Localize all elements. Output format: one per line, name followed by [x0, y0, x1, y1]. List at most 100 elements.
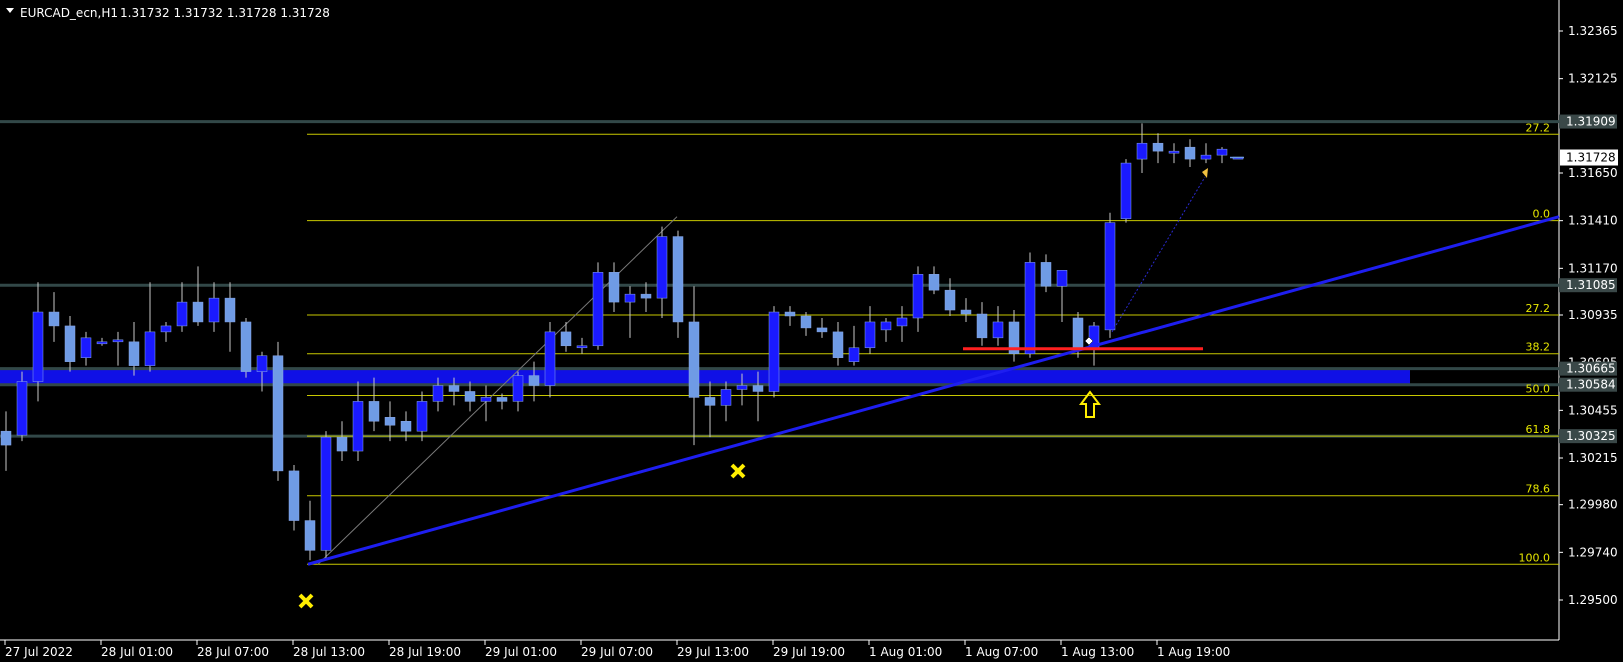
price-tick-label: 1.31650: [1568, 166, 1618, 180]
candle[interactable]: [1024, 252, 1036, 358]
ohlc-readout: 1.31732 1.31732 1.31728 1.31728: [120, 6, 330, 20]
candle-body: [16, 381, 28, 436]
time-tick-label: 1 Aug 19:00: [1157, 645, 1230, 659]
candle-body: [784, 311, 796, 317]
candle-body: [576, 345, 588, 349]
candle-body: [288, 470, 300, 521]
candle[interactable]: [240, 317, 252, 378]
candle-body: [720, 389, 732, 406]
fib-level-label-8: 100.0: [1519, 551, 1551, 564]
candle-body: [448, 385, 460, 392]
current-price-tag-label: 1.31728: [1566, 151, 1616, 165]
candle-body: [896, 317, 908, 327]
candle-body: [304, 520, 316, 551]
candle-body: [1072, 317, 1084, 351]
price-chart[interactable]: 61.827.20.027.238.250.061.878.6100.0 1.3…: [0, 0, 1623, 662]
candle-body: [688, 321, 700, 398]
candle-body: [80, 337, 92, 358]
time-tick-label: 28 Jul 01:00: [101, 645, 173, 659]
candle-body: [480, 397, 492, 402]
candle-body: [368, 401, 380, 422]
candle-body: [32, 311, 44, 382]
candle-body: [192, 301, 204, 323]
time-tick-label: 28 Jul 07:00: [197, 645, 269, 659]
candle-body: [224, 297, 236, 323]
candle[interactable]: [768, 306, 780, 398]
candle-body: [1120, 162, 1132, 219]
candle-body: [1136, 142, 1148, 160]
time-tick-label: 28 Jul 13:00: [293, 645, 365, 659]
candle[interactable]: [592, 262, 604, 350]
candle-body: [512, 375, 524, 402]
candle[interactable]: [672, 230, 684, 338]
price-tick-label: 1.32365: [1568, 24, 1618, 38]
fib-level-label-3: 27.2: [1526, 302, 1551, 315]
candle-body: [960, 309, 972, 315]
candle[interactable]: [1120, 159, 1132, 223]
candle-body: [1104, 222, 1116, 331]
time-tick-label: 28 Jul 19:00: [389, 645, 461, 659]
candle[interactable]: [16, 371, 28, 442]
fib-level-label-1: 27.2: [1526, 121, 1551, 134]
candle-body: [320, 436, 332, 551]
candle-body: [832, 331, 844, 358]
candle-body: [384, 417, 396, 426]
candle-body: [64, 325, 76, 362]
candle-body: [208, 297, 220, 323]
time-tick-label: 29 Jul 01:00: [485, 645, 557, 659]
candle[interactable]: [272, 341, 284, 481]
candle-body: [624, 293, 636, 303]
candle[interactable]: [1104, 212, 1116, 338]
candle-body: [1184, 146, 1196, 160]
price-tick-label: 1.30935: [1568, 308, 1618, 322]
candle-body: [1024, 262, 1036, 354]
support-zone-rect[interactable]: [0, 368, 1410, 385]
candle-body: [816, 327, 828, 333]
price-tick-label: 1.29740: [1568, 545, 1618, 559]
fib-level-label-4: 38.2: [1526, 341, 1551, 354]
candle-body: [496, 397, 508, 402]
candle-body: [672, 236, 684, 323]
fib-level-label-6: 61.8: [1526, 423, 1551, 436]
candle[interactable]: [288, 464, 300, 531]
candle-body: [272, 355, 284, 472]
candle-body: [464, 391, 476, 402]
time-tick-label: 1 Aug 13:00: [1061, 645, 1134, 659]
candle-body: [144, 331, 156, 366]
price-tick-label: 1.32125: [1568, 72, 1618, 86]
time-tick-label: 1 Aug 07:00: [965, 645, 1038, 659]
candle-body: [1040, 262, 1052, 287]
candle-body: [528, 375, 540, 386]
fib-level-label-7: 78.6: [1526, 483, 1551, 496]
candle-body: [656, 236, 668, 299]
candle-body: [752, 385, 764, 392]
candle-body: [1216, 148, 1228, 156]
candle-body: [992, 321, 1004, 339]
candle-body: [1056, 270, 1068, 287]
candle[interactable]: [320, 431, 332, 561]
candle-body: [336, 436, 348, 452]
price-tick-label: 1.31170: [1568, 261, 1618, 275]
candle-body: [432, 385, 444, 402]
candle-body: [128, 341, 140, 366]
candle-body: [880, 321, 892, 331]
candle-body: [928, 274, 940, 291]
candle-body: [0, 430, 12, 446]
candle-body: [352, 401, 364, 452]
candle-body: [112, 339, 124, 343]
candle-body: [736, 385, 748, 390]
level-tag-label: 1.30665: [1566, 362, 1616, 376]
price-tick-label: 1.31410: [1568, 214, 1618, 228]
candle-body: [1200, 154, 1212, 160]
candle-body: [176, 301, 188, 327]
time-tick-label: 27 Jul 2022: [5, 645, 73, 659]
candle-body: [800, 315, 812, 329]
price-tick-label: 1.30215: [1568, 451, 1618, 465]
price-tick-label: 1.29500: [1568, 593, 1618, 607]
candle-body: [768, 311, 780, 392]
candle-body: [160, 325, 172, 333]
candle-body: [592, 272, 604, 347]
level-tag-label: 1.31085: [1566, 278, 1616, 292]
candle-body: [976, 313, 988, 339]
level-tag-label: 1.30325: [1566, 429, 1616, 443]
